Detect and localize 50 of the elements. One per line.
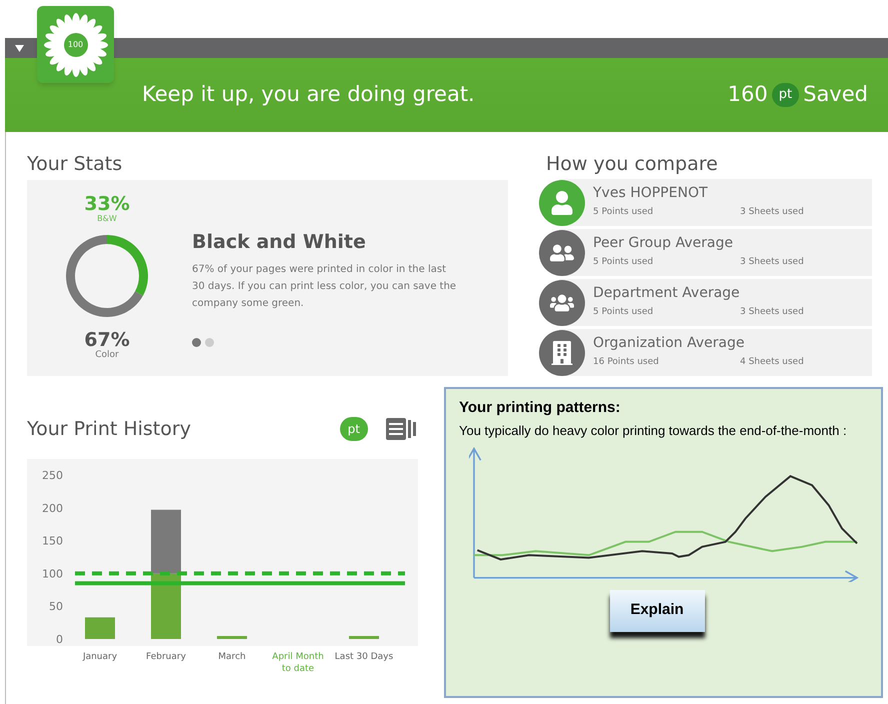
- section-title: Your Print History: [27, 417, 192, 442]
- points-used: 5 Points used: [593, 206, 654, 219]
- axis-category-label: January: [82, 652, 118, 662]
- sheets-used: 3 Sheets used: [740, 206, 804, 219]
- saved-label: Saved: [803, 81, 868, 108]
- banner-message: Keep it up, you are doing great.: [142, 81, 475, 108]
- pt-badge: pt: [772, 83, 800, 107]
- bar: [151, 509, 181, 573]
- bar: [85, 616, 115, 638]
- axis-category-label: February: [146, 652, 186, 662]
- dropdown-triangle-icon[interactable]: [15, 44, 24, 52]
- bw-percent: 33%: [84, 194, 130, 214]
- section-title: How you compare: [546, 152, 719, 176]
- section-title: Your Stats: [27, 152, 124, 176]
- bar: [151, 572, 181, 638]
- axis-category-label: April Month to date: [272, 652, 324, 674]
- explain-button[interactable]: Explain: [610, 590, 704, 632]
- axis-tick-label: 150: [42, 534, 63, 548]
- axis-tick-label: 0: [56, 632, 63, 646]
- points-used: 16 Points used: [593, 356, 660, 369]
- saved-value: 160: [728, 81, 768, 108]
- sheets-used: 3 Sheets used: [740, 306, 804, 319]
- flower-icon: [42, 12, 108, 78]
- sheets-used: 4 Sheets used: [740, 356, 804, 369]
- stat-heading: Black and White: [192, 230, 367, 255]
- points-used: 5 Points used: [593, 306, 654, 319]
- compare-name: Yves HOPPENOT: [593, 184, 709, 203]
- stat-description: 67% of your pages were printed in color in the last 30 days. If you can print less color, you can save the company some green.: [192, 262, 457, 310]
- sheets-used: 3 Sheets used: [740, 256, 804, 269]
- bar: [349, 636, 379, 638]
- patterns-description: You typically do heavy color printing towards the end-of-the-month :: [459, 422, 848, 440]
- building-icon: [550, 340, 574, 364]
- sheets-view-icon[interactable]: [386, 418, 418, 440]
- axis-tick-label: 200: [42, 501, 63, 514]
- compare-name: Peer Group Average: [593, 234, 734, 253]
- axis-tick-label: 100: [42, 566, 63, 580]
- axis-category-label: March: [218, 652, 246, 662]
- compare-name: Department Average: [593, 284, 741, 303]
- compare-name: Organization Average: [593, 334, 746, 353]
- patterns-title: Your printing patterns:: [459, 398, 622, 418]
- color-label: Color: [95, 350, 119, 361]
- logo-number: 100: [68, 38, 84, 50]
- bw-label: B&W: [97, 214, 117, 224]
- person-icon: [550, 190, 574, 214]
- axis-tick-label: 50: [49, 600, 63, 613]
- color-percent: 67%: [84, 330, 130, 350]
- bar: [217, 636, 247, 638]
- points-used: 5 Points used: [593, 256, 654, 269]
- axis-category-label: Last 30 Days: [334, 652, 394, 662]
- axis-tick-label: 250: [42, 468, 63, 482]
